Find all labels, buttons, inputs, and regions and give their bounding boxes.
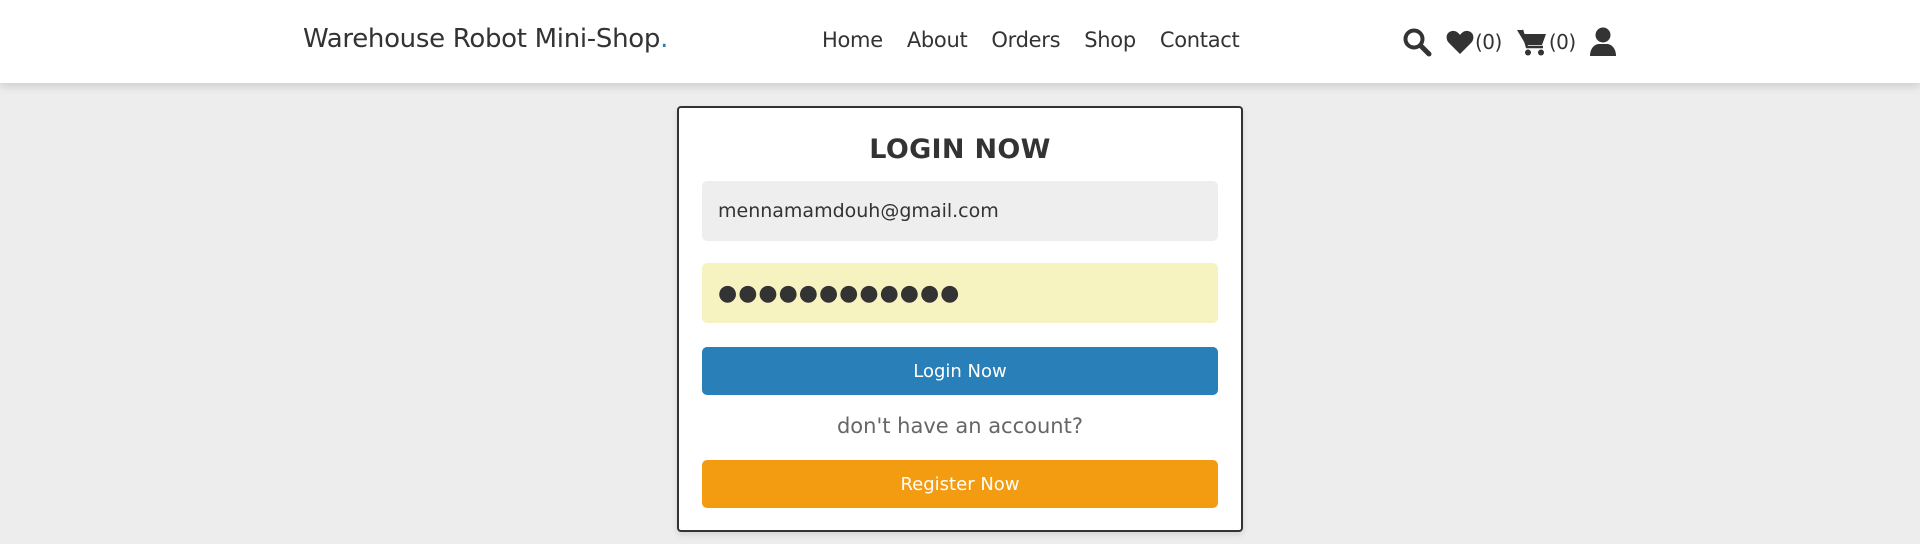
nav-home[interactable]: Home	[822, 28, 883, 52]
register-button[interactable]: Register Now	[702, 460, 1218, 508]
user-icon	[1589, 27, 1616, 56]
password-field[interactable]	[702, 263, 1218, 323]
logo-text: Warehouse Robot Mini-Shop	[303, 24, 661, 54]
site-logo[interactable]: Warehouse Robot Mini-Shop.	[303, 24, 668, 54]
wishlist-count: (0)	[1475, 30, 1502, 54]
logo-dot: .	[660, 24, 669, 54]
wishlist-button[interactable]: (0)	[1446, 29, 1502, 55]
cart-button[interactable]: (0)	[1516, 27, 1576, 57]
nav-contact[interactable]: Contact	[1160, 28, 1240, 52]
site-header: Warehouse Robot Mini-Shop. Home About Or…	[0, 0, 1920, 83]
login-button[interactable]: Login Now	[702, 347, 1218, 395]
login-title: LOGIN NOW	[869, 134, 1051, 165]
main-nav: Home About Orders Shop Contact	[822, 28, 1263, 52]
search-icon	[1403, 28, 1432, 57]
user-button[interactable]	[1589, 27, 1616, 57]
search-button[interactable]	[1402, 27, 1432, 57]
register-hint: don't have an account?	[836, 414, 1084, 438]
cart-icon	[1516, 29, 1546, 56]
login-form: LOGIN NOW Login Now don't have an accoun…	[677, 106, 1243, 532]
email-field[interactable]	[702, 181, 1218, 241]
cart-count: (0)	[1548, 30, 1576, 54]
nav-about[interactable]: About	[907, 28, 968, 52]
heart-icon	[1446, 30, 1474, 54]
nav-shop[interactable]: Shop	[1084, 28, 1136, 52]
nav-orders[interactable]: Orders	[991, 28, 1060, 52]
header-icons: (0) (0)	[1402, 24, 1616, 60]
